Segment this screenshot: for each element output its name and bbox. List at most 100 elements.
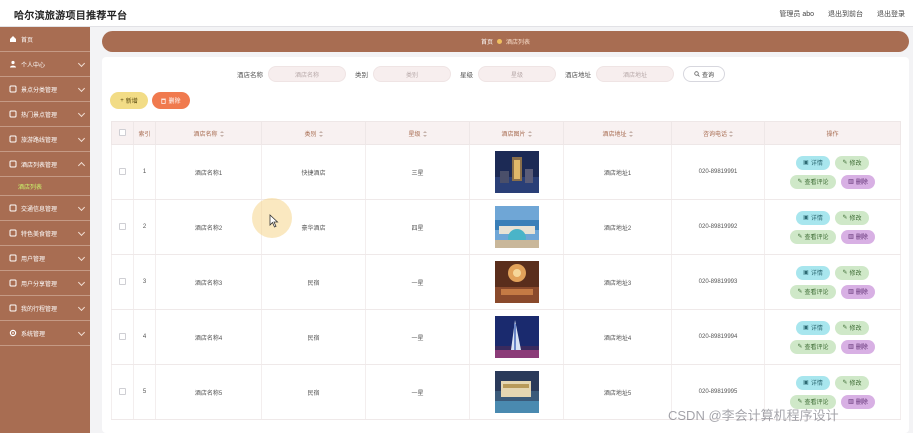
column-header-label: 酒店地址: [602, 131, 627, 138]
breadcrumb-separator-icon: [497, 39, 502, 44]
cell-address: 酒店地址3: [563, 254, 672, 310]
sidebar-item-scenic-category[interactable]: 景点分类管理: [0, 77, 90, 102]
sidebar-item-label: 用户分享管理: [21, 281, 58, 288]
column-header-index: 索引: [133, 121, 156, 145]
column-header-image[interactable]: 酒店图片: [469, 121, 564, 145]
detail-button[interactable]: ▣ 详情: [796, 320, 830, 335]
breadcrumb-current: 酒店列表: [506, 40, 531, 46]
logout-link[interactable]: 退出登录: [877, 9, 905, 19]
row-delete-label: 删除: [855, 290, 868, 296]
detail-icon: ▣: [803, 325, 809, 331]
edit-button[interactable]: ✎ 修改: [835, 210, 869, 225]
row-select-cell: [111, 144, 134, 200]
cell-index: 1: [133, 144, 156, 200]
detail-button[interactable]: ▣ 详情: [796, 210, 830, 225]
sort-icon[interactable]: [729, 130, 733, 137]
column-header-category[interactable]: 类别: [261, 121, 366, 145]
hotel-image[interactable]: [494, 316, 539, 358]
detail-button[interactable]: ▣ 详情: [796, 375, 830, 390]
batch-delete-button[interactable]: 删除: [152, 92, 190, 109]
sidebar-item-hotels[interactable]: 酒店列表管理: [0, 152, 90, 177]
address-input[interactable]: 酒店地址: [596, 66, 674, 82]
folder-icon: [9, 229, 17, 237]
sidebar-item-food[interactable]: 特色美食管理: [0, 221, 90, 246]
view-reviews-label: 查看评论: [804, 235, 829, 241]
cell-index: 4: [133, 309, 156, 365]
cell-star: 一星: [365, 309, 470, 365]
sort-icon[interactable]: [628, 130, 633, 137]
select-all-checkbox[interactable]: [119, 128, 126, 136]
column-header-name[interactable]: 酒店名称: [155, 121, 262, 145]
trash-icon: ▥: [848, 344, 854, 350]
edit-button[interactable]: ✎ 修改: [835, 320, 869, 335]
view-reviews-button[interactable]: ✎ 查看评论: [790, 339, 836, 354]
row-select-cell: [111, 364, 134, 420]
row-checkbox[interactable]: [119, 277, 126, 285]
row-delete-button[interactable]: ▥ 删除: [841, 394, 875, 409]
chevron-down-icon: [77, 278, 86, 287]
row-checkbox[interactable]: [119, 222, 126, 230]
row-delete-label: 删除: [855, 180, 868, 186]
folder-icon: [9, 254, 17, 262]
star-input[interactable]: 星级: [478, 66, 556, 82]
view-reviews-button[interactable]: ✎ 查看评论: [790, 284, 836, 299]
hotel-image[interactable]: [494, 151, 539, 193]
edit-icon: ✎: [797, 344, 803, 350]
row-checkbox[interactable]: [119, 167, 126, 175]
edit-icon: ✎: [797, 399, 803, 405]
detail-button[interactable]: ▣ 详情: [796, 155, 830, 170]
sidebar-item-home[interactable]: 首页: [0, 27, 90, 52]
edit-button[interactable]: ✎ 修改: [835, 375, 869, 390]
sort-icon[interactable]: [422, 130, 427, 137]
edit-button[interactable]: ✎ 修改: [835, 155, 869, 170]
detail-icon: ▣: [803, 160, 809, 166]
cell-name: 酒店名称2: [155, 199, 262, 255]
sidebar-item-transport[interactable]: 交通信息管理: [0, 196, 90, 221]
row-delete-button[interactable]: ▥ 删除: [841, 229, 875, 244]
hotel-image[interactable]: [494, 206, 539, 248]
category-input[interactable]: 类别: [373, 66, 451, 82]
hotel-name-input[interactable]: 酒店名称: [268, 66, 346, 82]
column-header-phone[interactable]: 咨询电话: [671, 121, 765, 145]
view-reviews-button[interactable]: ✎ 查看评论: [790, 174, 836, 189]
edit-button[interactable]: ✎ 修改: [835, 265, 869, 280]
row-select-cell: [111, 309, 134, 365]
sort-icon[interactable]: [527, 130, 532, 137]
filter-label-star: 星级: [460, 72, 473, 79]
row-delete-button[interactable]: ▥ 删除: [841, 174, 875, 189]
hotel-image[interactable]: [494, 371, 539, 413]
search-button[interactable]: 查询: [683, 66, 725, 82]
sort-icon[interactable]: [219, 130, 224, 137]
breadcrumb-home[interactable]: 首页: [481, 37, 493, 46]
add-button[interactable]: + 新增: [110, 92, 148, 109]
row-delete-button[interactable]: ▥ 删除: [841, 284, 875, 299]
sidebar-item-hot-scenic[interactable]: 热门景点管理: [0, 102, 90, 127]
sort-icon[interactable]: [318, 130, 323, 137]
sidebar-item-label: 景点分类管理: [21, 87, 58, 94]
row-checkbox[interactable]: [119, 387, 126, 395]
detail-button[interactable]: ▣ 详情: [796, 265, 830, 280]
sidebar-item-user-shares[interactable]: 用户分享管理: [0, 271, 90, 296]
column-header-star[interactable]: 星级: [365, 121, 470, 145]
sidebar-item-system[interactable]: 系统管理: [0, 321, 90, 346]
cell-category: 民宿: [261, 254, 366, 310]
view-reviews-button[interactable]: ✎ 查看评论: [790, 229, 836, 244]
edit-button-label: 修改: [849, 161, 862, 167]
edit-button-label: 修改: [849, 271, 862, 277]
watermark: CSDN @李会计算机程序设计: [668, 408, 839, 423]
column-header-address[interactable]: 酒店地址: [563, 121, 672, 145]
row-checkbox[interactable]: [119, 332, 126, 340]
back-to-front-link[interactable]: 退出到前台: [828, 9, 863, 19]
sidebar-subitem-hotel-list[interactable]: 酒店列表: [0, 177, 90, 196]
sidebar-item-my-trips[interactable]: 我的行程管理: [0, 296, 90, 321]
row-delete-label: 删除: [855, 345, 868, 351]
sidebar-item-routes[interactable]: 旅游路线管理: [0, 127, 90, 152]
hotel-image[interactable]: [494, 261, 539, 303]
chevron-down-icon: [77, 303, 86, 312]
sidebar-item-users[interactable]: 用户管理: [0, 246, 90, 271]
sidebar-item-profile[interactable]: 个人中心: [0, 52, 90, 77]
row-delete-button[interactable]: ▥ 删除: [841, 339, 875, 354]
cell-category: 民宿: [261, 309, 366, 365]
cell-image: [469, 144, 564, 200]
sidebar-item-label: 酒店列表管理: [21, 162, 58, 169]
